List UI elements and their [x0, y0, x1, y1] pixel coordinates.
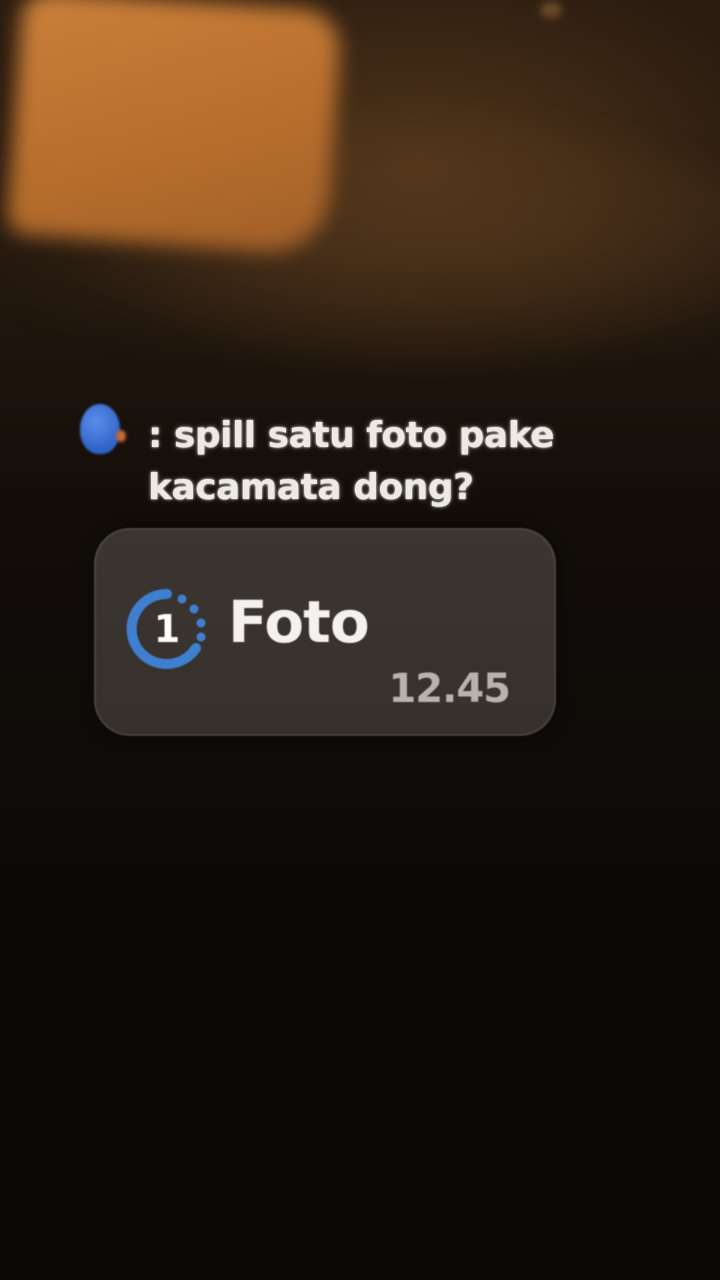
message-title: Foto: [228, 588, 370, 656]
background-light-shape: [5, 0, 343, 256]
video-frame: : spill satu foto pake kacamata dong? 1 …: [0, 0, 720, 1280]
message-timestamp: 12.45: [388, 666, 511, 712]
background-glow: [540, 2, 562, 18]
view-once-1-icon: 1: [124, 586, 210, 672]
view-once-digit: 1: [154, 607, 180, 651]
comment-text: : spill satu foto pake kacamata dong?: [148, 415, 555, 508]
view-once-photo-message[interactable]: 1 Foto 12.45: [94, 528, 556, 736]
comment-caption: : spill satu foto pake kacamata dong?: [78, 404, 638, 514]
blue-head-emoji-icon: [78, 404, 126, 460]
